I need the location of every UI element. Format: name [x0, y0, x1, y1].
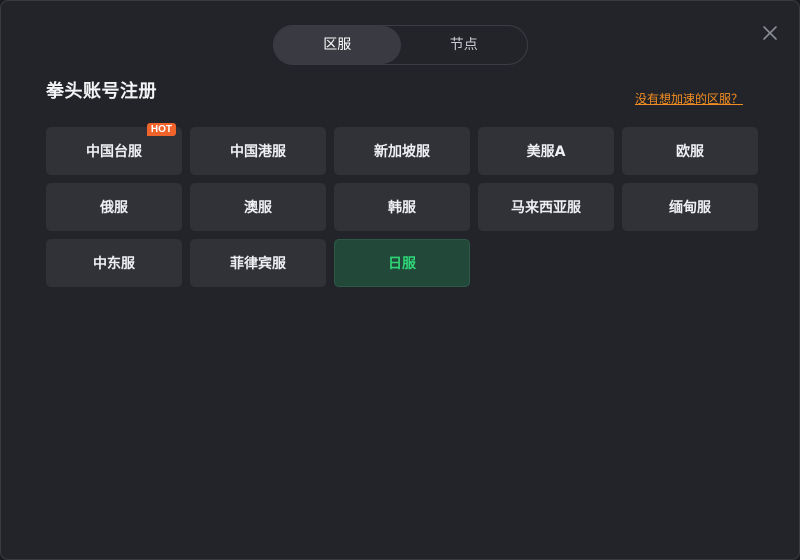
tab-node[interactable]: 节点: [401, 26, 528, 64]
region-button-jp[interactable]: 日服: [334, 239, 470, 287]
region-label: 美服A: [526, 144, 566, 160]
region-grid: 中国台服 HOT 中国港服 新加坡服 美服A 欧服 俄服 澳服 韩服 马来西亚服…: [46, 123, 758, 287]
region-label: 韩服: [388, 200, 416, 216]
region-label: 新加坡服: [374, 144, 430, 160]
region-label: 中国台服: [86, 144, 142, 160]
region-label: 澳服: [244, 200, 272, 216]
region-label: 俄服: [100, 200, 128, 216]
region-label: 马来西亚服: [511, 200, 581, 216]
hot-badge: HOT: [146, 123, 176, 136]
region-button-ru[interactable]: 俄服: [46, 183, 182, 231]
region-button-eu[interactable]: 欧服: [622, 127, 758, 175]
region-button-my[interactable]: 马来西亚服: [478, 183, 614, 231]
region-select-dialog: 区服 节点 拳头账号注册 没有想加速的区服？ 中国台服 HOT 中国港服 新加坡…: [0, 0, 800, 560]
region-label: 中东服: [93, 256, 135, 272]
region-label: 中国港服: [230, 144, 286, 160]
region-button-na-a[interactable]: 美服A: [478, 127, 614, 175]
region-button-oce[interactable]: 澳服: [190, 183, 326, 231]
tab-switch: 区服 节点: [273, 25, 528, 65]
region-label: 欧服: [676, 144, 704, 160]
region-label: 缅甸服: [669, 200, 711, 216]
region-button-hk[interactable]: 中国港服: [190, 127, 326, 175]
region-button-mm[interactable]: 缅甸服: [622, 183, 758, 231]
region-label: 菲律宾服: [230, 256, 286, 272]
region-button-tw[interactable]: 中国台服 HOT: [46, 123, 182, 175]
region-button-sg[interactable]: 新加坡服: [334, 127, 470, 175]
region-button-kr[interactable]: 韩服: [334, 183, 470, 231]
missing-region-link[interactable]: 没有想加速的区服？: [635, 90, 743, 107]
region-label: 日服: [388, 256, 416, 272]
close-icon[interactable]: [760, 23, 780, 43]
page-title: 拳头账号注册: [46, 81, 157, 102]
tab-region[interactable]: 区服: [274, 26, 401, 64]
region-button-ph[interactable]: 菲律宾服: [190, 239, 326, 287]
region-button-me[interactable]: 中东服: [46, 239, 182, 287]
